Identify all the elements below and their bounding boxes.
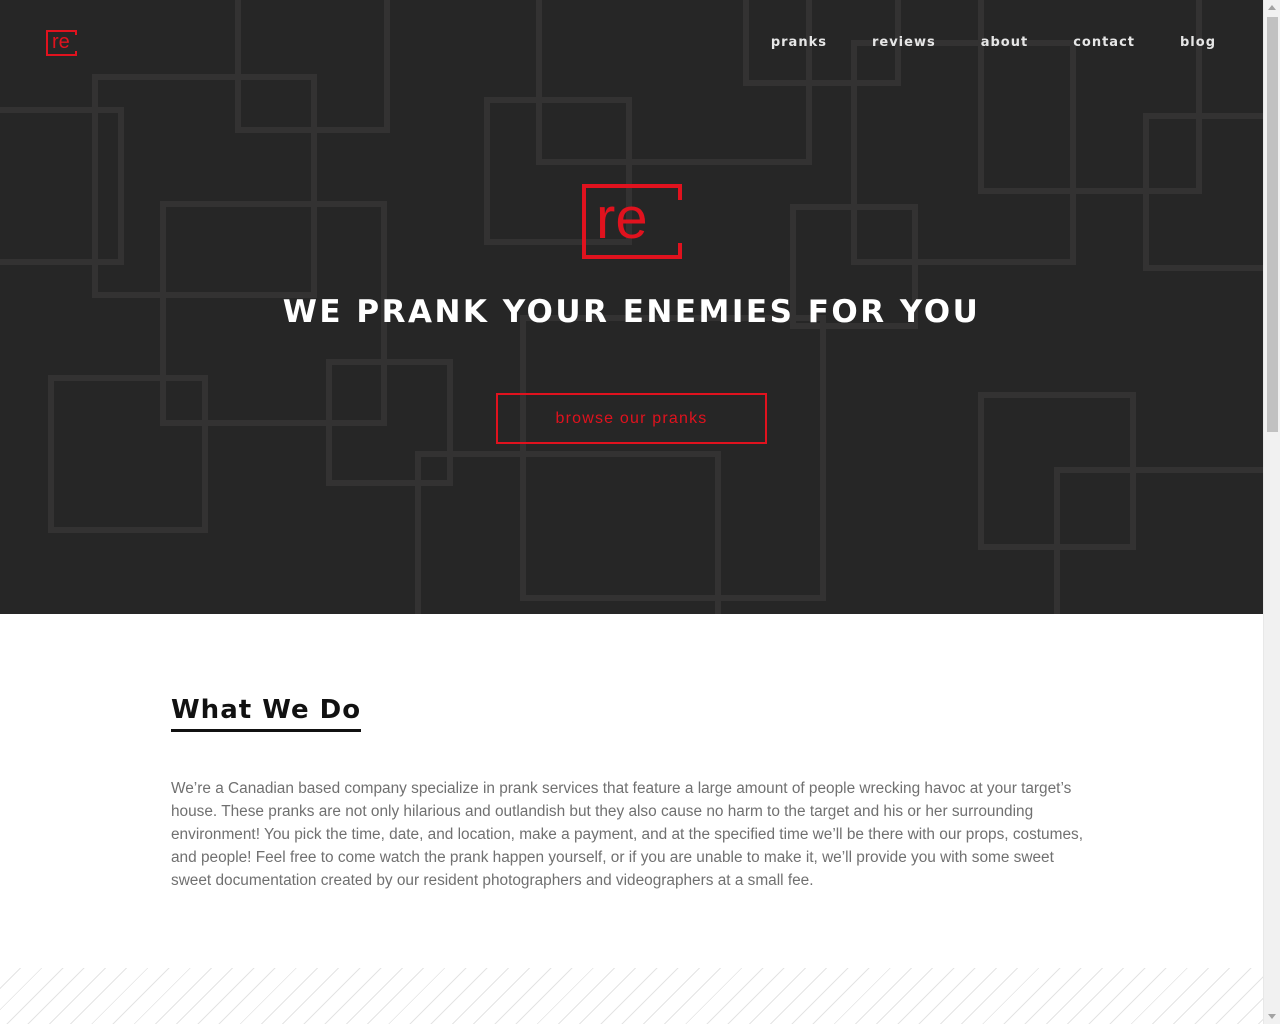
scrollbar-thumb[interactable]	[1267, 17, 1278, 432]
hero-headline: WE PRANK YOUR ENEMIES FOR YOU	[282, 294, 981, 330]
nav-item-pranks[interactable]: pranks	[771, 34, 827, 51]
section-body-text: We’re a Canadian based company specializ…	[171, 780, 1083, 889]
nav-item-about[interactable]: about	[981, 34, 1028, 51]
background-square	[415, 451, 721, 614]
nav-item-contact[interactable]: contact	[1073, 34, 1135, 51]
logo-bracket-top	[75, 30, 77, 35]
page-scrollbar[interactable]	[1263, 0, 1280, 1024]
browse-pranks-button[interactable]: browse our pranks	[496, 393, 767, 444]
logo-bracket-bottom	[75, 51, 77, 56]
background-square	[1143, 113, 1263, 271]
logo-bracket-bottom	[678, 243, 682, 259]
background-square	[1054, 467, 1263, 614]
background-square	[0, 107, 124, 265]
site-logo[interactable]: re	[46, 30, 77, 56]
hero-logo: re	[582, 184, 682, 259]
scroll-down-arrow-icon[interactable]	[1268, 1014, 1276, 1019]
main-nav: pranks reviews about contact blog	[726, 34, 1216, 51]
hero-section: re pranks reviews about contact blog re …	[0, 0, 1263, 614]
logo-text: re	[52, 31, 70, 53]
background-square	[48, 375, 208, 533]
scroll-up-arrow-icon[interactable]	[1268, 5, 1276, 10]
section-title: What We Do	[171, 693, 362, 732]
striped-divider	[0, 968, 1263, 1024]
logo-text: re	[596, 186, 648, 251]
logo-bracket-top	[678, 184, 682, 200]
nav-item-blog[interactable]: blog	[1180, 34, 1216, 51]
nav-item-reviews[interactable]: reviews	[872, 34, 936, 51]
